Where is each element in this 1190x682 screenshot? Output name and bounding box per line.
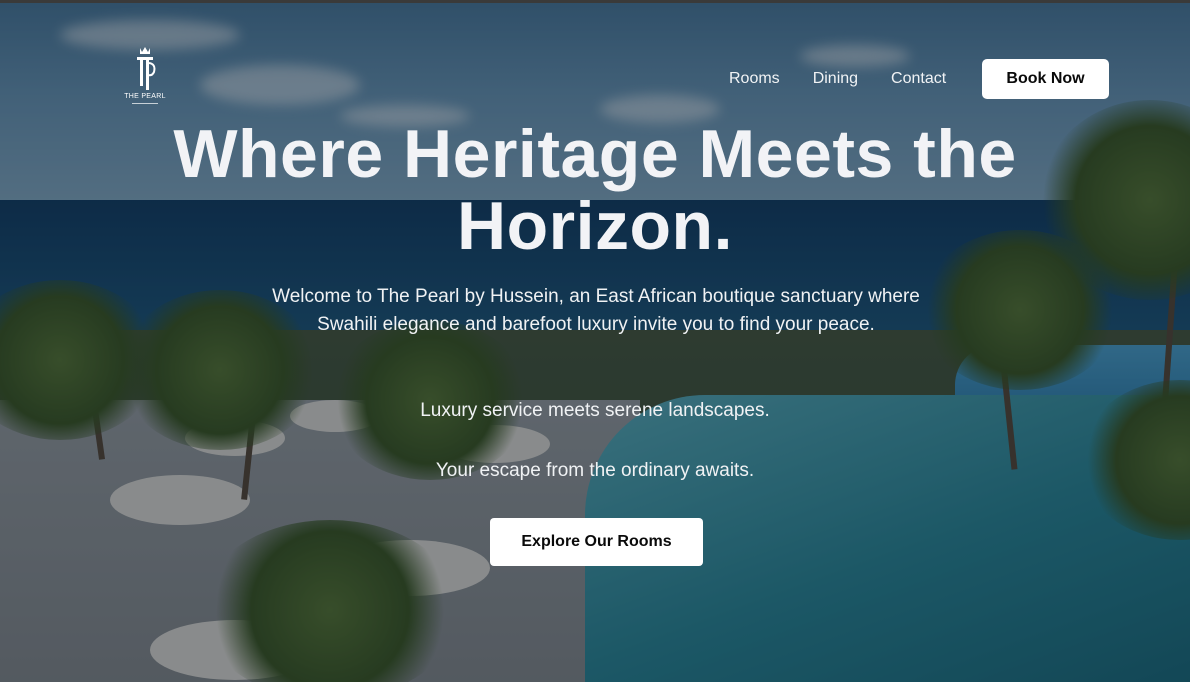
logo-tagline-line (132, 103, 158, 104)
dark-overlay (0, 0, 1190, 682)
logo-text: THE PEARL (124, 93, 166, 100)
nav-link-dining[interactable]: Dining (813, 70, 858, 88)
browser-top-border (0, 0, 1190, 3)
hero-title: Where Heritage Meets the Horizon. (173, 116, 1017, 264)
hero-tagline-escape: Your escape from the ordinary awaits. (435, 460, 755, 481)
main-nav: Rooms Dining Contact (729, 70, 946, 88)
brand-logo[interactable]: THE PEARL (124, 46, 166, 110)
nav-link-rooms[interactable]: Rooms (729, 70, 780, 88)
explore-rooms-button[interactable]: Explore Our Rooms (490, 518, 703, 566)
hero-tagline-service: Luxury service meets serene landscapes. (420, 400, 770, 421)
hero-background-image (0, 0, 1190, 682)
hero-intro: Welcome to The Pearl by Hussein, an East… (272, 286, 920, 335)
crown-monogram-icon (137, 47, 156, 90)
book-now-button[interactable]: Book Now (982, 59, 1109, 99)
nav-link-contact[interactable]: Contact (891, 70, 946, 88)
